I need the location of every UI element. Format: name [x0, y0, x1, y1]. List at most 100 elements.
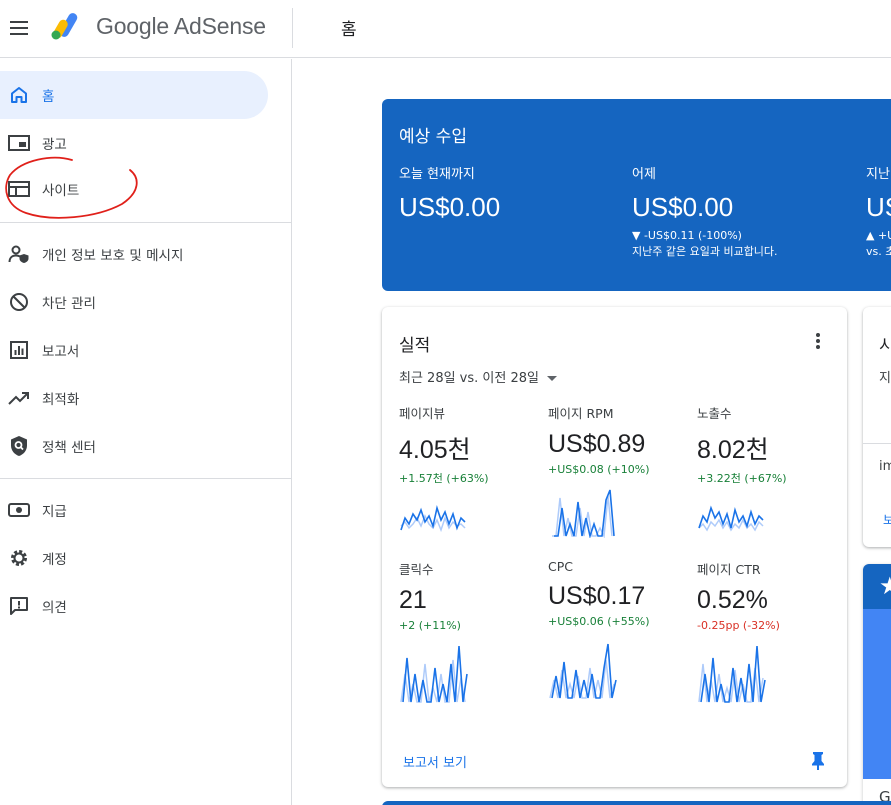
- sidebar-item-label: 차단 관리: [42, 296, 96, 312]
- sidebar-divider: [0, 478, 292, 479]
- sidebar-item-account[interactable]: 계정: [0, 534, 268, 582]
- next-card-top: [382, 801, 891, 805]
- earnings-last-period: 지난 US ▲ +U vs. 초: [866, 163, 891, 259]
- earnings-today: 오늘 현재까지 US$0.00: [399, 163, 500, 223]
- sidebar-item-label: 개인 정보 보호 및 메시지: [42, 248, 184, 264]
- earnings-compare: 지난주 같은 요일과 비교합니다.: [632, 245, 778, 258]
- metric-pageviews[interactable]: 페이지뷰 4.05천 +1.57천 (+63%): [399, 403, 539, 548]
- metric-clicks[interactable]: 클릭수 21 +2 (+11%): [399, 559, 539, 704]
- metric-sparkline: [400, 505, 466, 533]
- highlight-card: ★ G: [863, 564, 891, 805]
- performance-title: 실적: [399, 336, 431, 356]
- metric-sparkline: [552, 489, 615, 538]
- sidebar-item-label: 정책 센터: [42, 440, 96, 456]
- metric-page-ctr[interactable]: 페이지 CTR 0.52% -0.25pp (-32%): [697, 559, 837, 704]
- app-name: Google AdSense: [96, 13, 266, 39]
- menu-icon[interactable]: [9, 17, 31, 37]
- card-item: im: [879, 459, 891, 474]
- sidebar-item-reports[interactable]: 보고서: [0, 326, 268, 374]
- card-title: 시: [879, 336, 891, 356]
- highlight-card-body: [863, 609, 891, 779]
- topbar-divider: [292, 8, 293, 48]
- earnings-compare: vs. 초: [866, 245, 891, 258]
- sidebar-item-blocking[interactable]: 차단 관리: [0, 278, 268, 326]
- sidebar-item-label: 보고서: [42, 344, 80, 360]
- earnings-title: 예상 수입: [399, 127, 467, 147]
- policy-icon: [8, 435, 30, 457]
- metric-value: US$0.17: [548, 582, 646, 610]
- metric-cpc[interactable]: CPC US$0.17 +US$0.06 (+55%): [548, 559, 688, 700]
- sidebar-item-home[interactable]: 홈: [0, 71, 268, 119]
- sidebar-item-label: 계정: [42, 552, 67, 568]
- view-report-link[interactable]: 보고서 보기: [403, 752, 467, 771]
- metric-label: 페이지뷰: [399, 406, 446, 421]
- card-divider: [863, 443, 891, 444]
- gear-icon: [8, 547, 30, 569]
- sidebar-item-ads[interactable]: 광고: [0, 119, 268, 167]
- metric-sparkline: [400, 645, 468, 703]
- card-subtitle: 지: [879, 371, 891, 386]
- adsense-logo-icon: [51, 13, 78, 40]
- sidebar-item-label: 의견: [42, 600, 67, 616]
- metric-delta: -0.25pp (-32%): [697, 619, 780, 632]
- more-options-icon[interactable]: [810, 333, 826, 353]
- sites-icon: [8, 178, 30, 200]
- metric-value: 4.05천: [399, 436, 471, 464]
- sidebar-divider: [0, 222, 292, 223]
- metric-value: 21: [399, 586, 427, 614]
- metric-value: US$0.89: [548, 430, 646, 458]
- sidebar-item-payments[interactable]: 지급: [0, 486, 268, 534]
- earnings-value: US$0.00: [399, 192, 501, 222]
- caret-down-icon: [546, 376, 557, 381]
- metric-label: 페이지 CTR: [697, 562, 761, 577]
- metric-label: CPC: [548, 559, 573, 574]
- sidebar-item-label: 최적화: [42, 392, 80, 408]
- metric-sparkline: [549, 643, 617, 699]
- top-app-bar: Google AdSense 홈: [0, 0, 891, 58]
- metric-impressions[interactable]: 노출수 8.02천 +3.22천 (+67%): [697, 403, 837, 548]
- earnings-label: 어제: [632, 167, 656, 182]
- block-icon: [8, 291, 30, 313]
- earnings-delta: ▼ -US$0.11 (-100%): [632, 229, 742, 242]
- sidebar: 홈 광고 사이트 개인 정보 보호 및 메시지 차단 관리 보고서 최적화 정책…: [0, 59, 292, 805]
- sidebar-item-sites[interactable]: 사이트: [0, 165, 268, 213]
- page-title: 홈: [341, 20, 357, 40]
- metric-delta: +US$0.06 (+55%): [548, 615, 650, 628]
- home-icon: [8, 84, 30, 106]
- pin-icon[interactable]: [810, 751, 826, 771]
- sidebar-item-label: 지급: [42, 504, 67, 520]
- privacy-icon: [8, 243, 30, 265]
- date-range-dropdown[interactable]: 최근 28일 vs. 이전 28일: [399, 367, 557, 386]
- optimization-icon: [8, 387, 30, 409]
- metric-page-rpm[interactable]: 페이지 RPM US$0.89 +US$0.08 (+10%): [548, 403, 688, 538]
- earnings-label: 오늘 현재까지: [399, 167, 475, 182]
- main-content: 예상 수입 오늘 현재까지 US$0.00 어제 US$0.00 ▼ -US$0…: [293, 59, 891, 805]
- metric-delta: +US$0.08 (+10%): [548, 463, 650, 476]
- ads-icon: [8, 132, 30, 154]
- earnings-label: 지난: [866, 167, 890, 182]
- earnings-value: US: [866, 192, 891, 222]
- metric-delta: +1.57천 (+63%): [399, 472, 489, 485]
- date-range-label: 최근 28일 vs. 이전 28일: [399, 371, 539, 386]
- metric-sparkline: [698, 645, 766, 703]
- card-link[interactable]: 보: [883, 511, 891, 528]
- sidebar-item-label: 사이트: [42, 183, 80, 199]
- sidebar-item-optimization[interactable]: 최적화: [0, 374, 268, 422]
- metric-delta: +2 (+11%): [399, 619, 461, 632]
- metric-label: 노출수: [697, 406, 732, 421]
- sites-summary-card: 시 지 im 보: [863, 307, 891, 547]
- sidebar-item-feedback[interactable]: 의견: [0, 582, 268, 630]
- earnings-yesterday: 어제 US$0.00 ▼ -US$0.11 (-100%) 지난주 같은 요일과…: [632, 163, 778, 259]
- sidebar-item-label: 홈: [42, 89, 55, 105]
- earnings-delta: ▲ +U: [866, 229, 891, 242]
- metric-label: 페이지 RPM: [548, 406, 614, 421]
- payments-icon: [8, 499, 30, 521]
- estimated-earnings-card: 예상 수입 오늘 현재까지 US$0.00 어제 US$0.00 ▼ -US$0…: [382, 99, 891, 291]
- feedback-icon: [8, 595, 30, 617]
- metric-value: 0.52%: [697, 586, 768, 614]
- metric-label: 클릭수: [399, 562, 434, 577]
- sidebar-item-privacy[interactable]: 개인 정보 보호 및 메시지: [0, 230, 268, 278]
- metric-delta: +3.22천 (+67%): [697, 472, 787, 485]
- sidebar-item-policy-center[interactable]: 정책 센터: [0, 422, 268, 470]
- performance-card: 실적 최근 28일 vs. 이전 28일 페이지뷰 4.05천 +1.57천 (…: [382, 307, 847, 787]
